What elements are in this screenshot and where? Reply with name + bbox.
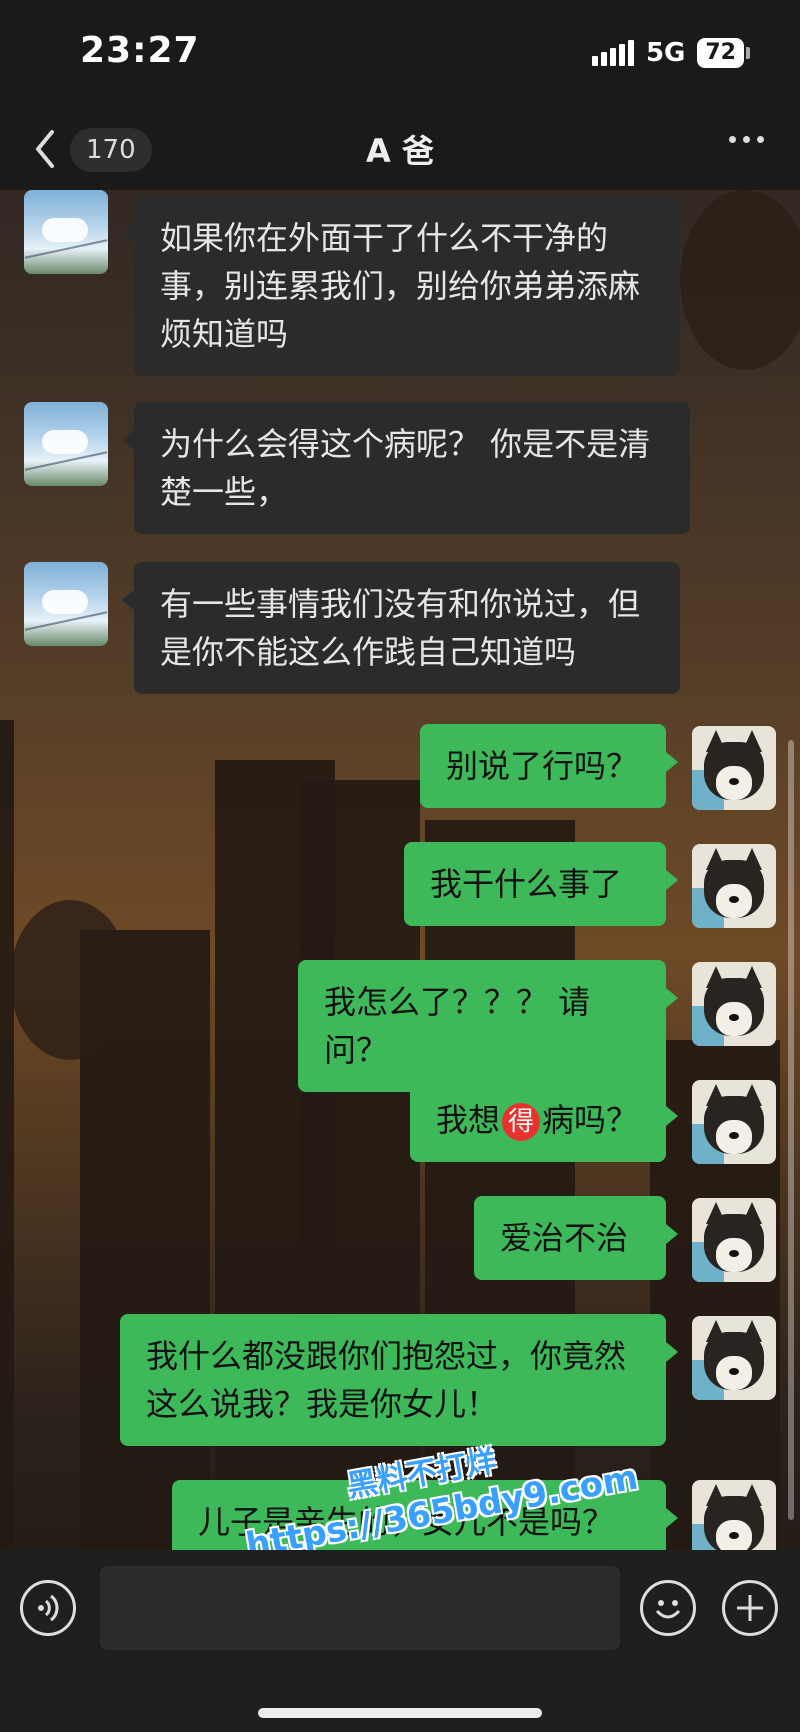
- self-avatar[interactable]: [692, 844, 776, 928]
- message-text: 病吗？: [542, 1101, 639, 1139]
- incoming-message[interactable]: 有一些事情我们没有和你说过，但是你不能这么作践自己知道吗: [122, 562, 680, 694]
- status-indicators: 5G 72: [591, 38, 750, 68]
- contact-avatar[interactable]: [24, 402, 108, 486]
- home-indicator[interactable]: [258, 1708, 542, 1718]
- outgoing-message[interactable]: 我干什么事了: [404, 842, 678, 926]
- message-list[interactable]: 如果你在外面干了什么不干净的事，别连累我们，别给你弟弟添麻烦知道吗 为什么会得这…: [0, 190, 800, 1550]
- incoming-message[interactable]: 如果你在外面干了什么不干净的事，别连累我们，别给你弟弟添麻烦知道吗: [122, 196, 680, 376]
- chat-header: 170 A 爸: [0, 110, 800, 190]
- scrollbar[interactable]: [788, 740, 794, 1520]
- network-type: 5G: [645, 38, 686, 68]
- outgoing-message[interactable]: 我怎么了？？？ 请问？: [298, 960, 678, 1092]
- more-dot-icon: [757, 136, 764, 143]
- more-functions-button[interactable]: [722, 1580, 778, 1636]
- outgoing-message[interactable]: 别说了行吗？: [420, 724, 678, 808]
- self-avatar[interactable]: [692, 962, 776, 1046]
- input-bar: [0, 1550, 800, 1732]
- plus-icon: [737, 1595, 763, 1621]
- self-avatar[interactable]: [692, 1316, 776, 1400]
- incoming-message[interactable]: 为什么会得这个病呢？ 你是不是清楚一些，: [122, 402, 690, 534]
- message-text: 我想: [436, 1101, 501, 1139]
- status-bar: 23:27 5G 72: [0, 0, 800, 110]
- outgoing-message[interactable]: 我想得病吗？: [410, 1078, 678, 1162]
- voice-input-button[interactable]: [20, 1580, 76, 1636]
- self-avatar[interactable]: [692, 1480, 776, 1550]
- smiley-icon: [655, 1600, 681, 1619]
- battery-tip: [746, 47, 750, 59]
- status-time: 23:27: [80, 30, 200, 71]
- voice-icon: [38, 1594, 59, 1622]
- red-character-emoji-icon: 得: [502, 1103, 541, 1141]
- contact-avatar[interactable]: [24, 562, 108, 646]
- more-options-button[interactable]: [729, 136, 764, 143]
- self-avatar[interactable]: [692, 1080, 776, 1164]
- self-avatar[interactable]: [692, 1198, 776, 1282]
- more-dot-icon: [729, 136, 736, 143]
- outgoing-message[interactable]: 爱治不治: [474, 1196, 678, 1280]
- signal-icon: [591, 40, 634, 66]
- self-avatar[interactable]: [692, 726, 776, 810]
- contact-avatar[interactable]: [24, 190, 108, 274]
- more-dot-icon: [743, 136, 750, 143]
- battery-icon: 72: [697, 38, 744, 68]
- emoji-button[interactable]: [640, 1580, 696, 1636]
- message-input[interactable]: [100, 1566, 620, 1650]
- chat-title: A 爸: [366, 132, 434, 170]
